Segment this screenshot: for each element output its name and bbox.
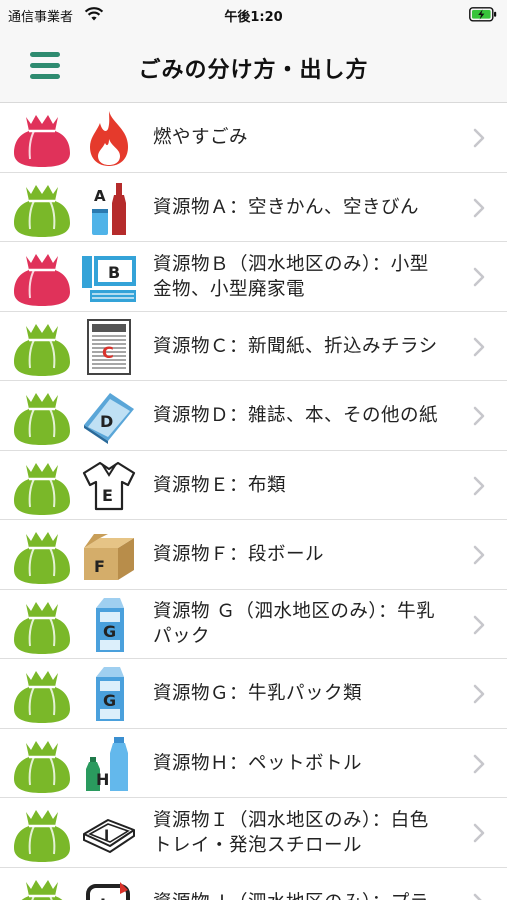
list-item[interactable]: E 資源物Ｅ：布類 [0, 451, 507, 520]
fire-icon [90, 111, 128, 166]
green-garbage-bag-icon [14, 393, 70, 445]
status-time: 午後1:20 [224, 10, 283, 25]
list-item[interactable]: G 資源物Ｇ：牛乳パック類 [0, 659, 507, 729]
list-item[interactable]: G 資源物 Ｇ（泗水地区のみ）：牛乳 パック [0, 590, 507, 659]
status-bar: 通信事業者 午後1:20 [0, 0, 507, 30]
battery-charging-icon [469, 7, 497, 22]
green-garbage-bag-icon [14, 810, 70, 862]
computer-icon: B [82, 256, 136, 302]
plastic-icon: J [86, 881, 130, 900]
page-title: ごみの分け方・出し方 [138, 58, 369, 83]
list-item-label: 燃やすごみ [153, 127, 249, 148]
green-garbage-bag-icon [14, 184, 70, 237]
chevron-right-icon [473, 406, 485, 426]
list-item-label: 資源物Ｃ：新聞紙、折込みチラシ [153, 335, 438, 357]
icon-letter: B [108, 263, 120, 282]
chevron-right-icon [473, 476, 485, 495]
list-item[interactable]: C 資源物Ｃ：新聞紙、折込みチラシ [0, 312, 507, 381]
shirt-icon: E [82, 461, 136, 510]
chevron-right-icon [473, 267, 485, 287]
list-item-label: 資源物Ｆ：段ボール [153, 544, 325, 565]
list-item-label: 資源物Ｈ：ペットボトル [153, 752, 363, 774]
chevron-right-icon [473, 754, 485, 773]
green-garbage-bag-icon [14, 671, 70, 723]
list-item[interactable]: 燃やすごみ [0, 103, 507, 173]
icon-letter: F [94, 557, 105, 576]
chevron-right-icon [473, 545, 485, 565]
list-item[interactable]: A 資源物Ａ：空きかん、空きびん [0, 173, 507, 242]
icon-letter: A [94, 187, 106, 205]
list-item-label: 資源物Ｅ：布類 [153, 474, 287, 496]
chevron-right-icon [473, 128, 485, 148]
list-item[interactable]: D 資源物Ｄ：雑誌、本、その他の紙 [0, 381, 507, 451]
red-garbage-bag-icon [14, 115, 70, 167]
icon-letter: C [102, 343, 114, 362]
pet-bottle-icon: H [86, 736, 128, 791]
list-item[interactable]: I 資源物Ｉ（泗水地区のみ）：白色 トレイ・発泡スチロール [0, 798, 507, 868]
list-item-label: 資源物 Ｇ（泗水地区のみ）：牛乳 パック [153, 601, 436, 647]
green-garbage-bag-icon [14, 462, 70, 515]
icon-letter: D [100, 412, 113, 431]
milk-carton-icon: G [96, 597, 124, 652]
garbage-category-list[interactable]: 燃やすごみ A 資源物Ａ：空きかん、空きびん B 資源物Ｂ（泗水地区のみ）：小型… [0, 103, 507, 900]
can-bottle-icon: A [92, 182, 126, 235]
green-garbage-bag-icon [21, 879, 63, 900]
magazine-icon: D [84, 393, 134, 444]
chevron-right-icon [473, 893, 483, 900]
green-garbage-bag-icon [14, 601, 70, 654]
chevron-right-icon [473, 198, 485, 217]
icon-letter: E [102, 486, 113, 505]
newspaper-icon: C [87, 318, 131, 375]
chevron-right-icon [473, 684, 485, 704]
foam-tray-icon: I [83, 819, 135, 854]
list-item-label: 資源物Ｊ（泗水地区のみ）：プラ [153, 868, 463, 900]
navigation-bar: ごみの分け方・出し方 [0, 30, 507, 103]
list-item-label: 資源物Ａ：空きかん、空きびん [153, 196, 420, 218]
green-garbage-bag-icon [14, 740, 70, 793]
chevron-right-icon [473, 823, 485, 843]
red-garbage-bag-icon [14, 254, 70, 306]
green-garbage-bag-icon [14, 323, 70, 376]
icon-letter: I [104, 828, 109, 844]
icon-letter: G [103, 691, 116, 710]
milk-carton-icon: G [96, 667, 124, 721]
icon-letter: J [99, 895, 106, 900]
chevron-right-icon [473, 337, 485, 356]
list-item-label: 資源物Ｉ（泗水地区のみ）：白色 トレイ・発泡スチロール [153, 809, 429, 856]
list-item[interactable]: H 資源物Ｈ：ペットボトル [0, 729, 507, 798]
chevron-right-icon [473, 615, 485, 634]
list-item[interactable]: J 資源物Ｊ（泗水地区のみ）：プラ [0, 868, 507, 900]
green-garbage-bag-icon [14, 532, 70, 584]
icon-letter: H [96, 770, 109, 789]
list-item-label: 資源物Ｇ：牛乳パック類 [153, 683, 363, 704]
list-item[interactable]: F 資源物Ｆ：段ボール [0, 520, 507, 590]
list-item[interactable]: B 資源物Ｂ（泗水地区のみ）：小型 金物、小型廃家電 [0, 242, 507, 312]
list-item-label: 資源物Ｂ（泗水地区のみ）：小型 金物、小型廃家電 [153, 253, 429, 300]
cardboard-box-icon: F [84, 534, 134, 580]
icon-letter: G [103, 622, 116, 641]
list-item-label: 資源物Ｄ：雑誌、本、その他の紙 [153, 405, 439, 426]
